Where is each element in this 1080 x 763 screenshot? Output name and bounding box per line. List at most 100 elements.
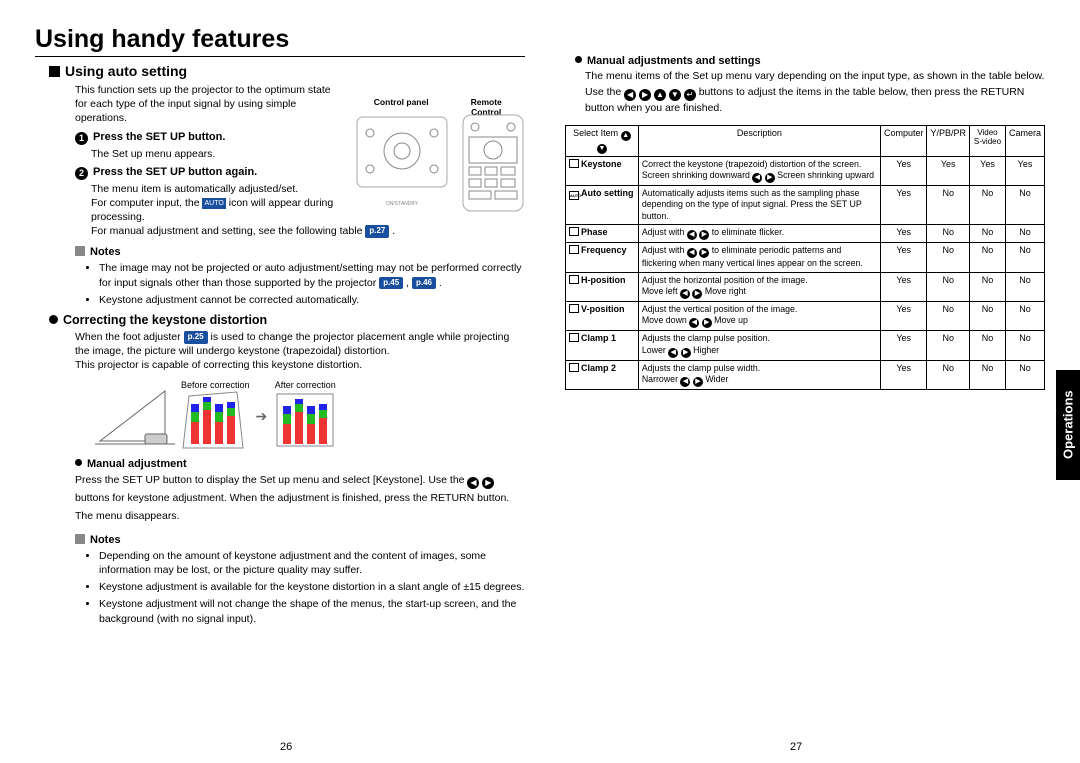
row-cam: No <box>1005 225 1044 243</box>
heading-manual-settings-text: Manual adjustments and settings <box>587 55 761 67</box>
step1-title-text: Press the SET UP button. <box>93 131 225 143</box>
row-desc: Adjust with ◀ ▶ to eliminate periodic pa… <box>638 243 880 272</box>
before-correction-chart: Before correction <box>181 380 250 452</box>
after-label: After correction <box>273 380 337 390</box>
table-row: Frequency Adjust with ◀ ▶ to eliminate pe… <box>566 243 1045 272</box>
row-desc: Correct the keystone (trapezoid) distort… <box>638 156 880 185</box>
row-name: Keystone <box>566 156 639 185</box>
page-ref-25: p.25 <box>184 331 208 344</box>
row-cam: No <box>1005 243 1044 272</box>
after-correction-chart: After correction <box>273 380 337 452</box>
row-y: No <box>927 185 970 224</box>
heading-keystone: Correcting the keystone distortion <box>49 313 525 327</box>
th-desc: Description <box>638 125 880 156</box>
row-desc: Automatically adjusts items such as the … <box>638 185 880 224</box>
table-row: Clamp 1 Adjusts the clamp pulse position.… <box>566 331 1045 360</box>
notes-heading-1: Notes <box>75 246 525 258</box>
row-c: Yes <box>880 360 927 389</box>
row-v: No <box>969 272 1005 301</box>
row-name-text: Keystone <box>581 159 622 169</box>
row-icon <box>569 227 579 236</box>
step2-body3: For manual adjustment and setting, see t… <box>91 224 521 238</box>
row-desc: Adjusts the clamp pulse position.Lower ◀… <box>638 331 880 360</box>
auto-note-1: The image may not be projected or auto a… <box>99 261 525 289</box>
left-arrow-icon: ◀ <box>467 477 479 489</box>
row-cam: No <box>1005 360 1044 389</box>
keystone-note-2: Keystone adjustment is available for the… <box>99 580 525 594</box>
row-desc: Adjust the horizontal position of the im… <box>638 272 880 301</box>
step2-body2: For computer input, the AUTO icon will a… <box>91 196 345 224</box>
right-use-a: Use the <box>585 86 621 98</box>
keystone-body2: This projector is capable of correcting … <box>75 358 521 372</box>
row-icon <box>569 333 579 342</box>
row-cam: No <box>1005 185 1044 224</box>
row-v: No <box>969 331 1005 360</box>
step2-title-text: Press the SET UP button again. <box>93 166 257 178</box>
row-icon <box>569 159 579 168</box>
manual-body-b: buttons for keystone adjustment. When th… <box>75 492 509 522</box>
row-c: Yes <box>880 225 927 243</box>
heading-auto-setting-text: Using auto setting <box>65 63 187 79</box>
row-y: No <box>927 360 970 389</box>
page-title: Using handy features <box>35 25 525 57</box>
step2-body2a: For computer input, the <box>91 197 200 209</box>
row-cam: No <box>1005 272 1044 301</box>
right-use-buttons: Use the ◀ ▶ ▲ ▼ ↵ buttons to adjust the … <box>585 85 1045 117</box>
row-icon <box>569 304 579 313</box>
heading-manual-settings: Manual adjustments and settings <box>575 55 1045 67</box>
projector-diagram <box>95 386 175 446</box>
row-name-text: V-position <box>581 304 625 314</box>
settings-table: Select Item ▲▼ Description Computer Y/PB… <box>565 125 1045 391</box>
row-name: Phase <box>566 225 639 243</box>
row-name-text: Frequency <box>581 245 627 255</box>
row-cam: Yes <box>1005 156 1044 185</box>
page-number-left: 26 <box>280 741 292 753</box>
th-video: Video S-video <box>969 125 1005 156</box>
row-y: No <box>927 225 970 243</box>
heading-manual-adjustment-text: Manual adjustment <box>87 458 187 470</box>
row-c: Yes <box>880 302 927 331</box>
auto-note1-text: The image may not be projected or auto a… <box>99 262 522 288</box>
keystone-note-1: Depending on the amount of keystone adju… <box>99 549 525 577</box>
page-ref-45: p.45 <box>379 277 403 290</box>
table-row: Keystone Correct the keystone (trapezoid)… <box>566 156 1045 185</box>
page-number-right: 27 <box>790 741 802 753</box>
row-name-text: Clamp 2 <box>581 363 616 373</box>
right-arrow-icon: ▶ <box>482 477 494 489</box>
row-v: No <box>969 185 1005 224</box>
th-select: Select Item ▲▼ <box>566 125 639 156</box>
before-label: Before correction <box>181 380 250 390</box>
th-computer: Computer <box>880 125 927 156</box>
row-name: H-position <box>566 272 639 301</box>
row-name-text: Phase <box>581 227 608 237</box>
row-v: No <box>969 225 1005 243</box>
right-intro: The menu items of the Set up menu vary d… <box>585 69 1045 85</box>
keystone-note-3: Keystone adjustment will not change the … <box>99 597 525 625</box>
arrow-icon: ➔ <box>256 408 268 425</box>
row-y: No <box>927 243 970 272</box>
row-c: Yes <box>880 331 927 360</box>
row-y: No <box>927 302 970 331</box>
manual-adjustment-body: Press the SET UP button to display the S… <box>75 472 521 526</box>
th-ypbpr: Y/PB/PR <box>927 125 970 156</box>
row-v: Yes <box>969 156 1005 185</box>
row-desc: Adjust the vertical position of the imag… <box>638 302 880 331</box>
table-row: V-position Adjust the vertical position o… <box>566 302 1045 331</box>
row-y: No <box>927 272 970 301</box>
enter-icon: ↵ <box>684 89 696 101</box>
auto-notes-list: The image may not be projected or auto a… <box>87 261 525 307</box>
row-name: Clamp 1 <box>566 331 639 360</box>
page-ref-46: p.46 <box>412 277 436 290</box>
heading-auto-setting: Using auto setting <box>49 63 525 79</box>
table-row: AUTOAuto settingAutomatically adjusts it… <box>566 185 1045 224</box>
row-name-text: Clamp 1 <box>581 333 616 343</box>
table-row: H-positionAdjust the horizontal position… <box>566 272 1045 301</box>
row-c: Yes <box>880 272 927 301</box>
table-header-row: Select Item ▲▼ Description Computer Y/PB… <box>566 125 1045 156</box>
row-cam: No <box>1005 302 1044 331</box>
auto-note-2: Keystone adjustment cannot be corrected … <box>99 293 525 307</box>
row-name: AUTOAuto setting <box>566 185 639 224</box>
heading-keystone-text: Correcting the keystone distortion <box>63 313 267 327</box>
row-y: No <box>927 331 970 360</box>
left-arrow-icon-2: ◀ <box>624 89 636 101</box>
